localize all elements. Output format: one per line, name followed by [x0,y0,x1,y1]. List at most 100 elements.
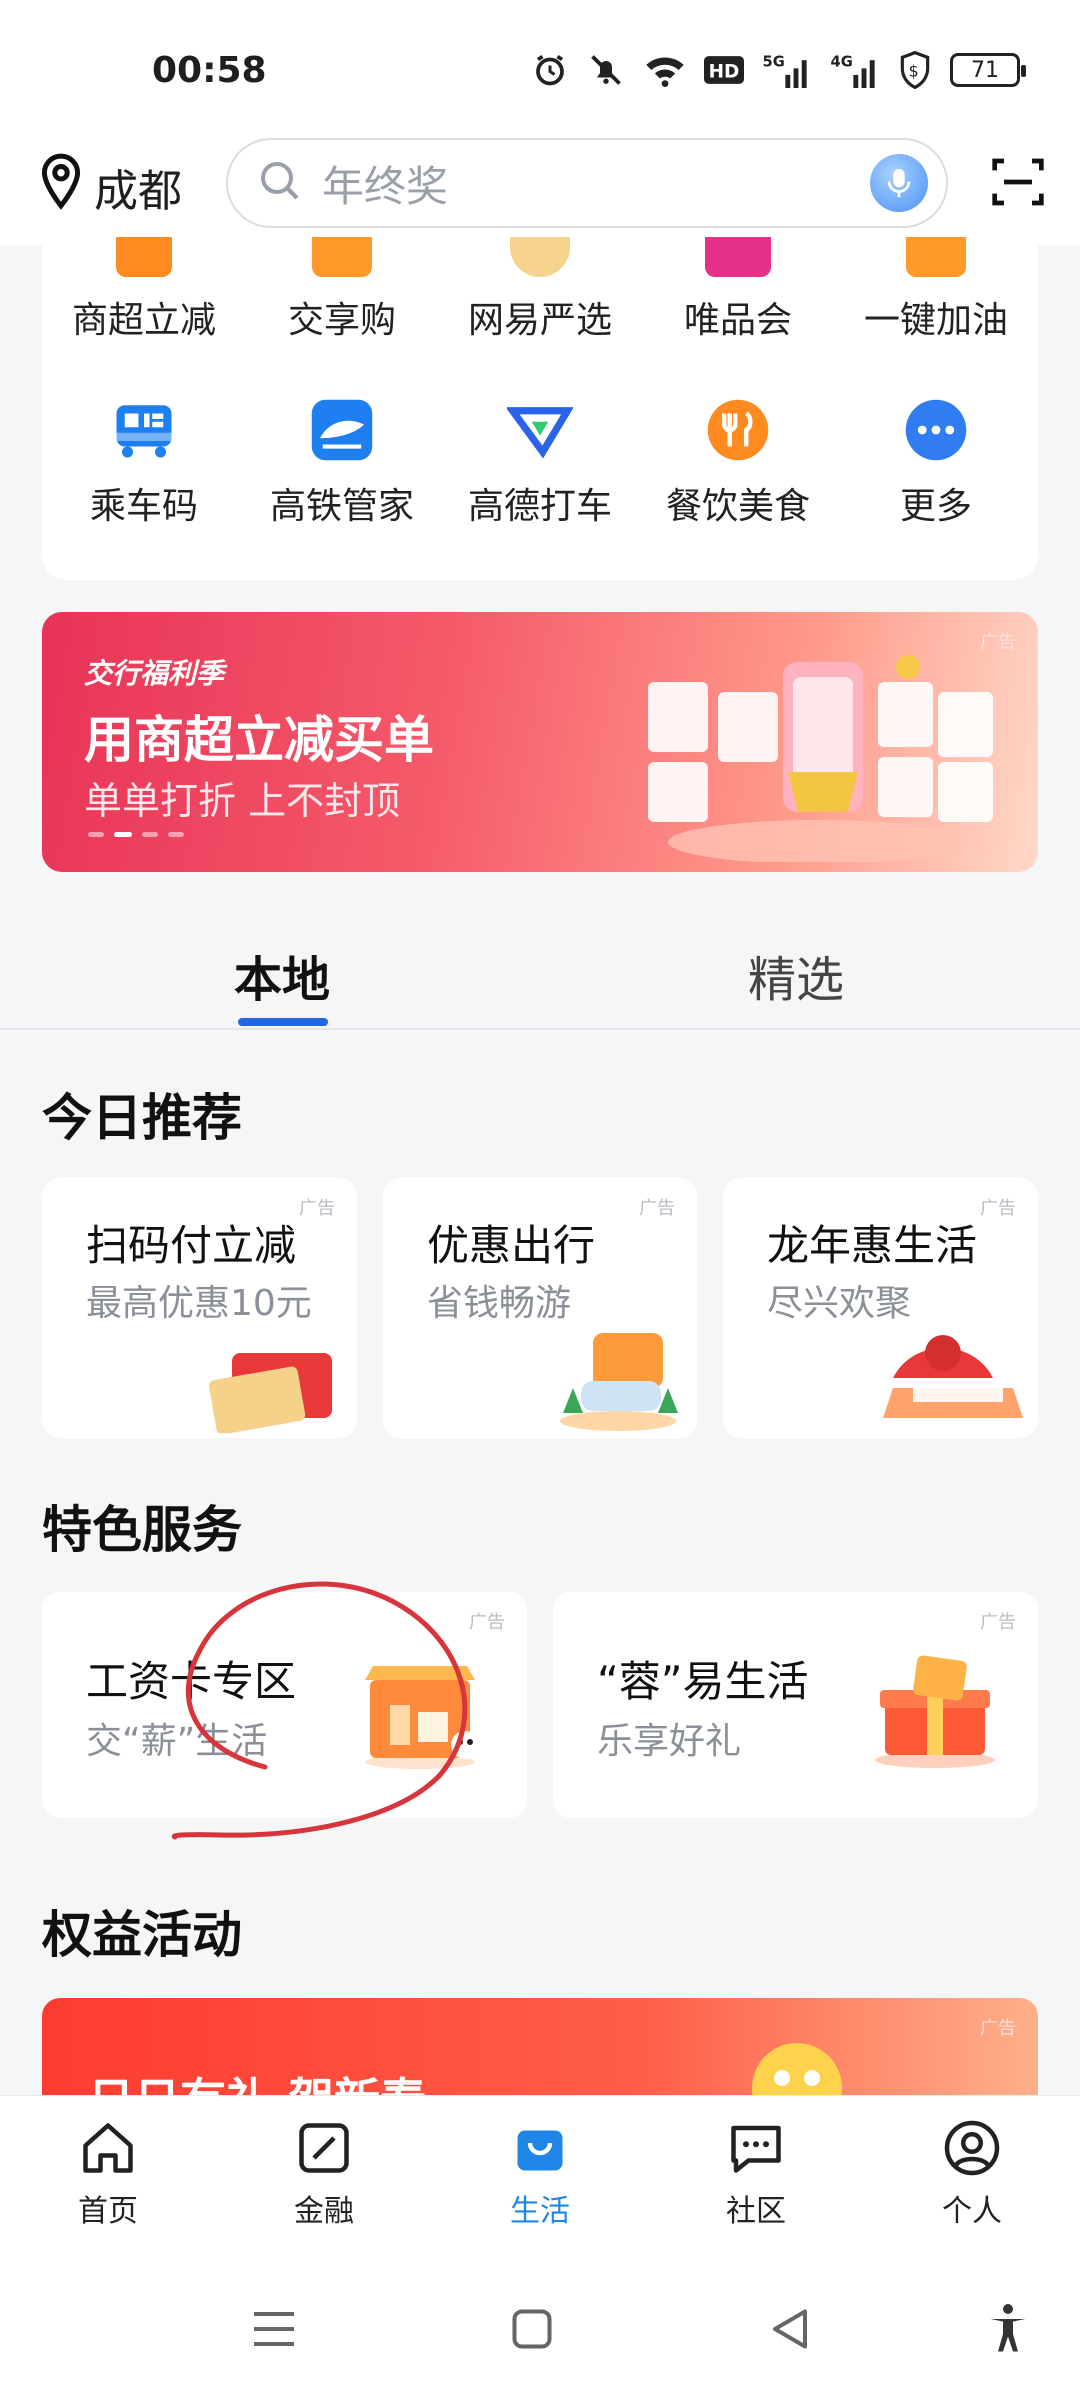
card-subtitle: 乐享好礼 [597,1721,742,1762]
tab-featured[interactable]: 精选 [748,940,844,1010]
battery-icon: 71 [950,50,1026,90]
fuel-icon [906,237,966,277]
ad-label: 广告 [980,2018,1016,2039]
nav-community[interactable]: 社区 [686,2118,826,2230]
status-bar: 00:58 HD 5G 4G $ 71 [0,0,1080,140]
carousel-dot [142,832,158,837]
card-illustration [360,1650,490,1774]
vip-logo-icon [705,237,771,277]
scan-icon[interactable] [990,154,1046,210]
card-dragon-year-life[interactable]: 龙年惠生活 尽兴欢聚 广告 [723,1178,1038,1438]
search-input[interactable]: 年终奖 [226,138,948,228]
promo-banner[interactable]: 交行福利季 用商超立减买单 单单打折 上不封顶 广告 [42,612,1038,872]
ad-label: 广告 [980,1612,1016,1633]
discount-tag-icon [116,237,172,277]
nav-home[interactable]: 首页 [38,2118,178,2230]
card-title: “蓉”易生活 [597,1657,809,1706]
service-jiaoxianggou[interactable]: 交享购 [242,237,442,343]
high-speed-train-icon [309,397,375,463]
hd-icon: HD [704,50,744,90]
service-weipinhui[interactable]: 唯品会 [638,237,838,343]
section-benefits-title: 权益活动 [42,1906,242,1964]
shield-dollar-icon: $ [898,50,932,90]
service-canyin-meishi[interactable]: 餐饮美食 [638,397,838,529]
card-illustration [865,1650,1005,1774]
svg-text:4G: 4G [830,54,852,71]
benefits-promo-banner[interactable]: 日日有礼 贺新春 广告 [42,1998,1038,2098]
home-icon [78,2118,138,2178]
card-subtitle: 交“薪”生活 [86,1721,268,1762]
dining-icon [705,397,771,463]
card-discount-travel[interactable]: 优惠出行 省钱畅游 广告 [383,1178,697,1438]
alarm-icon [532,50,568,90]
lion-dance-illustration [752,2043,842,2098]
svg-text:$: $ [909,61,919,80]
card-subtitle: 最高优惠10元 [86,1283,312,1324]
city-selector[interactable]: 成都 [36,152,182,221]
amap-taxi-icon [505,397,574,463]
home-square-icon[interactable] [502,2299,562,2359]
banner-title: 用商超立减买单 [84,711,434,769]
accessibility-icon[interactable] [978,2299,1038,2359]
finance-icon [294,2118,354,2178]
service-yijian-jiayou[interactable]: 一键加油 [836,237,1036,343]
carousel-dot [88,832,104,837]
chat-bubble-icon [726,2118,786,2178]
carousel-dots [88,832,184,837]
service-more[interactable]: 更多 [836,397,1036,529]
service-gaotie-guanjia[interactable]: 高铁管家 [242,397,442,529]
shopping-icon [312,237,372,277]
card-title: 优惠出行 [427,1221,596,1270]
nav-finance[interactable]: 金融 [254,2118,394,2230]
shopping-bag-icon [510,2118,570,2178]
battery-level: 71 [950,53,1026,87]
back-triangle-icon[interactable] [760,2299,820,2359]
banner-illustration [638,642,998,864]
status-time: 00:58 [152,50,267,91]
location-pin-icon [36,152,86,221]
banner-subtitle: 单单打折 上不封顶 [84,779,401,823]
signal-4g-icon: 4G [830,50,880,90]
service-chengchema[interactable]: 乘车码 [44,397,244,529]
wifi-icon [644,50,686,90]
card-scan-pay-discount[interactable]: 扫码付立减 最高优惠10元 广告 [42,1178,357,1438]
header: 成都 年终奖 [0,130,1080,245]
card-illustration [202,1338,342,1437]
user-profile-icon [942,2118,1002,2178]
tab-local[interactable]: 本地 [234,940,330,1010]
more-dots-icon [903,397,969,463]
microphone-icon[interactable] [870,154,928,212]
service-wangyi-yanxuan[interactable]: 网易严选 [440,237,640,343]
menu-icon[interactable] [244,2299,304,2359]
svg-text:5G: 5G [762,54,784,71]
service-gaode-dache[interactable]: 高德打车 [440,397,640,529]
carousel-dot-active [114,832,132,837]
card-illustration [553,1323,683,1437]
search-icon [256,157,304,209]
nav-label: 社区 [726,2194,786,2229]
service-grid: 商超立减 交享购 网易严选 唯品会 一键加油 乘车码 高铁管家 高德打车 餐饮美… [42,237,1038,580]
card-title: 工资卡专区 [86,1657,297,1706]
nav-profile[interactable]: 个人 [902,2118,1042,2230]
content-tabs: 本地 精选 [0,900,1080,1030]
promo-title: 日日有礼 贺新春 [88,2064,426,2098]
tab-active-indicator [238,1018,328,1026]
ad-label: 广告 [299,1198,335,1219]
ad-label: 广告 [469,1612,505,1633]
bus-code-icon [111,397,177,463]
signal-5g-icon: 5G [762,50,812,90]
card-rong-easy-life[interactable]: “蓉”易生活 乐享好礼 广告 [553,1592,1038,1818]
svg-text:HD: HD [709,62,740,83]
nav-label: 金融 [294,2194,354,2229]
card-title: 扫码付立减 [86,1221,297,1270]
service-shangchao-lijian[interactable]: 商超立减 [44,237,244,343]
card-payroll-zone[interactable]: 工资卡专区 交“薪”生活 广告 [42,1592,527,1818]
section-special-title: 特色服务 [42,1501,242,1559]
card-title: 龙年惠生活 [767,1221,978,1270]
card-illustration [873,1318,1033,1438]
nav-life[interactable]: 生活 [470,2118,610,2230]
nav-label: 个人 [942,2194,1002,2229]
system-navigation-bar [0,2255,1080,2400]
bottom-navigation: 首页 金融 生活 社区 个人 [0,2095,1080,2255]
card-subtitle: 省钱畅游 [427,1283,572,1324]
